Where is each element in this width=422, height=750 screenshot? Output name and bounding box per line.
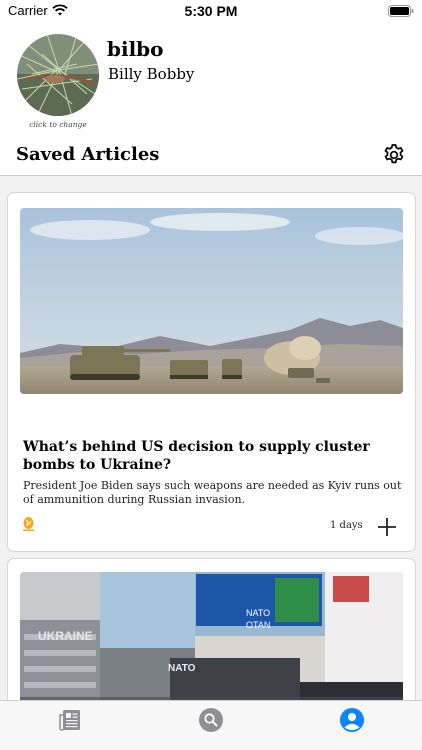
avatar[interactable] bbox=[17, 34, 99, 116]
avatar-caption[interactable]: click to change bbox=[17, 120, 99, 129]
image-text-nato-1: NATO bbox=[168, 663, 196, 674]
al-jazeera-logo-icon bbox=[21, 516, 36, 532]
image-text-nato-2: NATO bbox=[246, 608, 270, 618]
tab-bar bbox=[0, 700, 422, 750]
clock: 5:30 PM bbox=[184, 3, 238, 19]
battery-icon bbox=[388, 5, 414, 17]
article-headline[interactable]: What’s behind US decision to supply clus… bbox=[23, 438, 403, 474]
person-icon[interactable] bbox=[339, 707, 365, 733]
add-article-button[interactable] bbox=[376, 516, 398, 538]
full-name: Billy Bobby bbox=[108, 65, 195, 83]
image-text-otan: OTAN bbox=[246, 620, 270, 630]
article-age: 1 days bbox=[330, 520, 363, 531]
search-icon[interactable] bbox=[198, 707, 224, 733]
username: bilbo bbox=[107, 37, 164, 61]
article-image: UKRAINE NATO NATO OTAN bbox=[20, 572, 403, 700]
gear-icon[interactable] bbox=[382, 143, 406, 167]
image-text-ukraine-1: UKRAINE bbox=[38, 629, 93, 643]
newspaper-icon[interactable] bbox=[57, 707, 83, 733]
section-title: Saved Articles bbox=[16, 144, 160, 165]
article-card[interactable]: UKRAINE NATO NATO OTAN bbox=[7, 558, 416, 700]
article-card[interactable]: What’s behind US decision to supply clus… bbox=[7, 192, 416, 552]
saved-articles-list[interactable]: What’s behind US decision to supply clus… bbox=[0, 176, 422, 700]
article-summary: President Joe Biden says such weapons ar… bbox=[23, 479, 402, 506]
avatar-image bbox=[17, 34, 99, 116]
status-bar: Carrier 5:30 PM bbox=[0, 0, 422, 24]
article-image bbox=[20, 208, 403, 394]
